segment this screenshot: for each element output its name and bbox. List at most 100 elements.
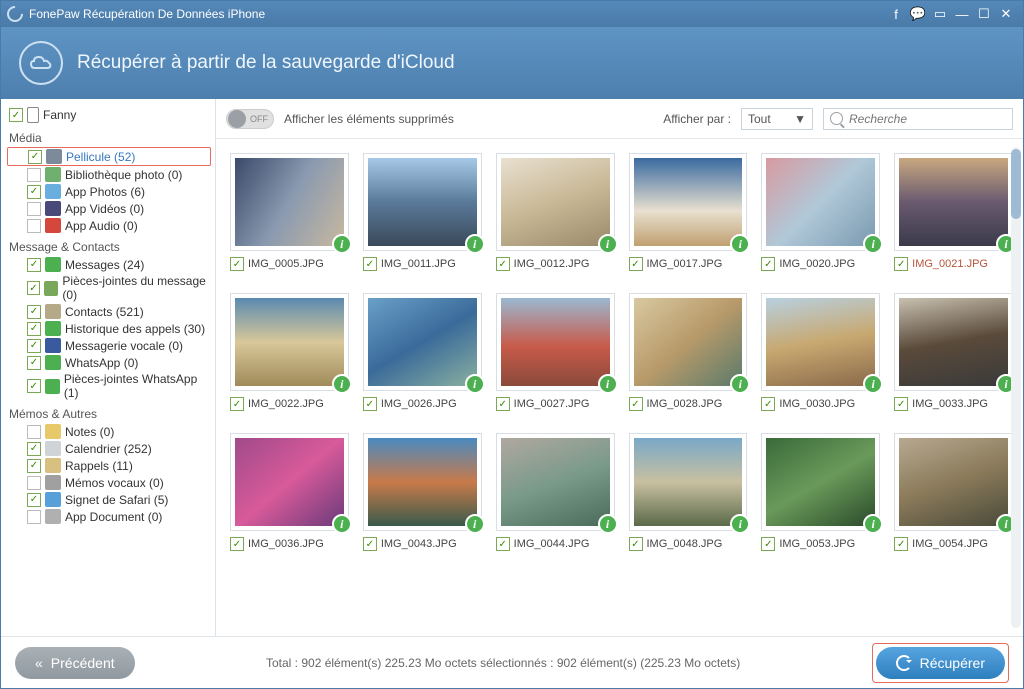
display-by-select[interactable]: Tout ▼: [741, 108, 813, 130]
thumbnail[interactable]: i: [363, 293, 482, 391]
sidebar-item[interactable]: ✓Messages (24): [7, 256, 211, 273]
thumbnail[interactable]: i: [629, 293, 748, 391]
info-badge-icon[interactable]: i: [465, 374, 485, 394]
deleted-toggle[interactable]: OFF: [226, 109, 274, 129]
checkbox[interactable]: ✓: [629, 257, 643, 271]
checkbox[interactable]: ✓: [27, 219, 41, 233]
sidebar-item[interactable]: ✓Notes (0): [7, 423, 211, 440]
checkbox[interactable]: ✓: [27, 168, 41, 182]
previous-button[interactable]: « Précédent: [15, 647, 135, 679]
thumbnail[interactable]: i: [230, 433, 349, 531]
checkbox[interactable]: ✓: [27, 339, 41, 353]
sidebar-item[interactable]: ✓WhatsApp (0): [7, 354, 211, 371]
info-badge-icon[interactable]: i: [598, 514, 618, 534]
thumbnail-tile[interactable]: i✓IMG_0012.JPG: [496, 153, 615, 271]
checkbox[interactable]: ✓: [230, 537, 244, 551]
checkbox[interactable]: ✓: [27, 425, 41, 439]
sidebar-item[interactable]: ✓App Audio (0): [7, 217, 211, 234]
info-badge-icon[interactable]: i: [730, 374, 750, 394]
checkbox[interactable]: ✓: [27, 202, 41, 216]
thumbnail-tile[interactable]: i✓IMG_0030.JPG: [761, 293, 880, 411]
thumbnail[interactable]: i: [894, 293, 1013, 391]
info-badge-icon[interactable]: i: [332, 374, 352, 394]
thumbnail-tile[interactable]: i✓IMG_0053.JPG: [761, 433, 880, 551]
thumbnail[interactable]: i: [230, 293, 349, 391]
checkbox[interactable]: ✓: [27, 476, 41, 490]
checkbox[interactable]: ✓: [27, 258, 41, 272]
thumbnail-tile[interactable]: i✓IMG_0027.JPG: [496, 293, 615, 411]
thumbnail-tile[interactable]: i✓IMG_0033.JPG: [894, 293, 1013, 411]
info-badge-icon[interactable]: i: [598, 234, 618, 254]
checkbox[interactable]: ✓: [28, 150, 42, 164]
sidebar-item[interactable]: ✓Pièces-jointes du message (0): [7, 273, 211, 303]
info-badge-icon[interactable]: i: [332, 234, 352, 254]
checkbox[interactable]: ✓: [27, 510, 41, 524]
feedback-icon[interactable]: ▭: [929, 5, 951, 23]
thumbnail[interactable]: i: [496, 433, 615, 531]
close-button[interactable]: ✕: [995, 5, 1017, 23]
checkbox[interactable]: ✓: [27, 185, 41, 199]
checkbox[interactable]: ✓: [496, 397, 510, 411]
checkbox[interactable]: ✓: [27, 442, 41, 456]
recover-button[interactable]: Récupérer: [876, 647, 1005, 679]
checkbox[interactable]: ✓: [27, 305, 41, 319]
checkbox[interactable]: ✓: [27, 356, 41, 370]
checkbox[interactable]: ✓: [27, 322, 41, 336]
info-badge-icon[interactable]: i: [730, 514, 750, 534]
thumbnail[interactable]: i: [496, 293, 615, 391]
checkbox[interactable]: ✓: [230, 257, 244, 271]
thumbnail-tile[interactable]: i✓IMG_0022.JPG: [230, 293, 349, 411]
checkbox[interactable]: ✓: [363, 537, 377, 551]
checkbox[interactable]: ✓: [629, 397, 643, 411]
thumbnail-tile[interactable]: i✓IMG_0021.JPG: [894, 153, 1013, 271]
info-badge-icon[interactable]: i: [598, 374, 618, 394]
device-root[interactable]: ✓ Fanny: [7, 105, 211, 125]
thumbnail-tile[interactable]: i✓IMG_0011.JPG: [363, 153, 482, 271]
checkbox[interactable]: ✓: [9, 108, 23, 122]
checkbox[interactable]: ✓: [894, 257, 908, 271]
checkbox[interactable]: ✓: [27, 493, 41, 507]
thumbnail[interactable]: i: [894, 433, 1013, 531]
sidebar-item[interactable]: ✓App Document (0): [7, 508, 211, 525]
thumbnail-tile[interactable]: i✓IMG_0043.JPG: [363, 433, 482, 551]
thumbnail[interactable]: i: [761, 293, 880, 391]
checkbox[interactable]: ✓: [27, 379, 41, 393]
thumbnail[interactable]: i: [363, 153, 482, 251]
thumbnail-tile[interactable]: i✓IMG_0036.JPG: [230, 433, 349, 551]
thumbnail[interactable]: i: [496, 153, 615, 251]
info-badge-icon[interactable]: i: [730, 234, 750, 254]
info-badge-icon[interactable]: i: [863, 234, 883, 254]
thumbnail[interactable]: i: [629, 433, 748, 531]
sidebar-item[interactable]: ✓Historique des appels (30): [7, 320, 211, 337]
search-input[interactable]: [849, 112, 1006, 126]
thumbnail-tile[interactable]: i✓IMG_0054.JPG: [894, 433, 1013, 551]
thumbnail-tile[interactable]: i✓IMG_0020.JPG: [761, 153, 880, 271]
info-badge-icon[interactable]: i: [465, 234, 485, 254]
thumbnail[interactable]: i: [230, 153, 349, 251]
thumbnail-tile[interactable]: i✓IMG_0048.JPG: [629, 433, 748, 551]
info-badge-icon[interactable]: i: [863, 374, 883, 394]
sidebar-item[interactable]: ✓Rappels (11): [7, 457, 211, 474]
thumbnail[interactable]: i: [761, 153, 880, 251]
chat-icon[interactable]: 💬: [907, 5, 929, 23]
thumbnail-tile[interactable]: i✓IMG_0005.JPG: [230, 153, 349, 271]
info-badge-icon[interactable]: i: [332, 514, 352, 534]
thumbnail-tile[interactable]: i✓IMG_0028.JPG: [629, 293, 748, 411]
sidebar-item[interactable]: ✓Mémos vocaux (0): [7, 474, 211, 491]
search-box[interactable]: [823, 108, 1013, 130]
facebook-icon[interactable]: f: [885, 5, 907, 23]
thumbnail-tile[interactable]: i✓IMG_0026.JPG: [363, 293, 482, 411]
maximize-button[interactable]: ☐: [973, 5, 995, 23]
vertical-scrollbar[interactable]: [1011, 147, 1021, 628]
checkbox[interactable]: ✓: [761, 257, 775, 271]
thumbnail-tile[interactable]: i✓IMG_0017.JPG: [629, 153, 748, 271]
checkbox[interactable]: ✓: [761, 537, 775, 551]
sidebar-item[interactable]: ✓Signet de Safari (5): [7, 491, 211, 508]
sidebar-item[interactable]: ✓Messagerie vocale (0): [7, 337, 211, 354]
sidebar-item[interactable]: ✓Calendrier (252): [7, 440, 211, 457]
sidebar-item[interactable]: ✓App Photos (6): [7, 183, 211, 200]
sidebar-item[interactable]: ✓App Vidéos (0): [7, 200, 211, 217]
sidebar-item[interactable]: ✓Bibliothèque photo (0): [7, 166, 211, 183]
checkbox[interactable]: ✓: [230, 397, 244, 411]
thumbnail[interactable]: i: [629, 153, 748, 251]
